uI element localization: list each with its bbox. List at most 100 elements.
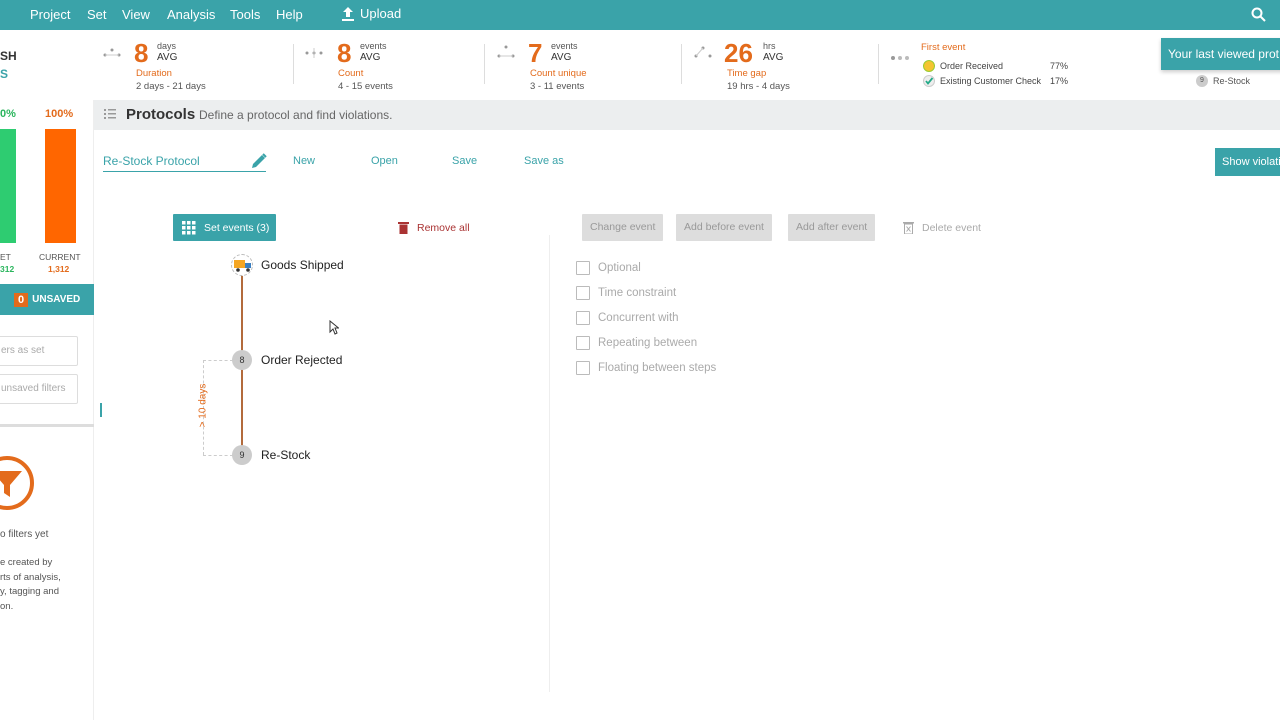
checkbox[interactable] xyxy=(576,361,590,375)
trash-icon xyxy=(398,222,409,234)
duration-label: Duration xyxy=(136,68,172,79)
time-gap-range: 19 hrs - 4 days xyxy=(727,81,790,92)
set-events-label: Set events (3) xyxy=(204,221,270,234)
unsaved-filters-input[interactable]: unsaved filters xyxy=(0,374,78,404)
open-protocol-button[interactable]: Open xyxy=(371,155,398,167)
menu-view[interactable]: View xyxy=(122,7,150,22)
dataset-subtitle: S xyxy=(0,67,9,81)
new-protocol-button[interactable]: New xyxy=(293,155,315,167)
set-events-button[interactable]: Set events (3) xyxy=(173,214,276,241)
stats-divider xyxy=(681,44,682,84)
show-violations-button[interactable]: Show violati xyxy=(1215,148,1280,176)
set-percent: 0% xyxy=(0,108,16,120)
upload-button[interactable]: Upload xyxy=(342,6,401,21)
current-percent: 100% xyxy=(45,108,74,120)
last-viewed-item[interactable]: 9 Re-Stock xyxy=(1196,75,1250,87)
last-viewed-toast[interactable]: Your last viewed prot xyxy=(1161,38,1280,70)
count-unique-unit: events xyxy=(551,41,578,51)
page-subtitle: Define a protocol and find violations. xyxy=(199,108,393,122)
checkbox[interactable] xyxy=(576,286,590,300)
delete-event-label: Delete event xyxy=(922,221,981,234)
duration-value: 8 xyxy=(134,38,149,68)
remove-all-label: Remove all xyxy=(417,221,470,234)
check-icon xyxy=(923,75,935,87)
event-node-goods-shipped[interactable] xyxy=(231,254,253,276)
option-concurrent-with[interactable]: Concurrent with xyxy=(576,311,679,325)
event-node-re-stock[interactable]: 9 xyxy=(232,445,252,465)
time-gap-value: 26 xyxy=(724,38,753,68)
count-unit: events xyxy=(360,41,387,51)
add-after-event-button[interactable]: Add after event xyxy=(788,214,876,241)
desc-line: on. xyxy=(0,600,14,612)
option-optional[interactable]: Optional xyxy=(576,261,641,275)
count-avg: AVG xyxy=(360,52,381,63)
order-received-icon xyxy=(923,60,935,72)
upload-icon xyxy=(342,6,354,21)
add-before-event-button[interactable]: Add before event xyxy=(676,214,772,241)
dataset-title: SH xyxy=(0,49,17,63)
option-label: Concurrent with xyxy=(598,312,679,324)
save-protocol-button[interactable]: Save xyxy=(452,155,477,167)
save-as-protocol-button[interactable]: Save as xyxy=(524,155,564,167)
menu-help[interactable]: Help xyxy=(276,7,303,22)
count-unique-range: 3 - 11 events xyxy=(530,81,585,92)
checkbox[interactable] xyxy=(576,311,590,325)
current-bar xyxy=(45,129,76,243)
duration-avg: AVG xyxy=(157,52,178,63)
event-label[interactable]: Re-Stock xyxy=(261,448,310,462)
checkbox[interactable] xyxy=(576,261,590,275)
upload-label: Upload xyxy=(360,6,402,21)
count-unique-label: Count unique xyxy=(530,68,587,79)
text-cursor xyxy=(100,403,102,417)
count-value: 8 xyxy=(337,38,352,68)
list-icon xyxy=(104,109,116,119)
first-event-title: First event xyxy=(921,42,966,53)
event-label[interactable]: Order Rejected xyxy=(261,353,342,367)
filters-as-set-input[interactable]: ers as set xyxy=(0,336,78,366)
filter-funnel-icon xyxy=(0,456,34,510)
column-divider xyxy=(549,235,550,692)
gap-bracket-top xyxy=(203,360,233,361)
menu-project[interactable]: Project xyxy=(30,7,70,22)
option-time-constraint[interactable]: Time constraint xyxy=(576,286,676,300)
time-gap-label: Time gap xyxy=(727,68,767,79)
menu-analysis[interactable]: Analysis xyxy=(167,7,215,22)
change-event-button[interactable]: Change event xyxy=(582,214,664,241)
count-label: Count xyxy=(338,68,364,79)
event-label[interactable]: Goods Shipped xyxy=(261,258,344,272)
option-repeating-between[interactable]: Repeating between xyxy=(576,336,697,350)
pencil-icon[interactable] xyxy=(250,152,268,170)
option-label: Optional xyxy=(598,262,641,274)
page-title: Protocols xyxy=(126,106,196,123)
first-event-row: Order Received xyxy=(923,60,1003,72)
time-gap-icon xyxy=(694,46,712,58)
desc-line: y, tagging and xyxy=(0,586,59,597)
first-event-row: Existing Customer Check xyxy=(923,75,1041,87)
remove-all-button[interactable]: Remove all xyxy=(398,221,470,234)
delete-event-button[interactable]: Delete event xyxy=(903,221,981,234)
protocol-name-input[interactable]: Re-Stock Protocol xyxy=(103,154,266,172)
unsaved-filters-button[interactable]: 0 UNSAVED xyxy=(0,284,94,315)
menu-tools[interactable]: Tools xyxy=(230,7,260,22)
desc-line: rts of analysis, xyxy=(0,571,61,583)
event-node-order-rejected[interactable]: 8 xyxy=(232,350,252,370)
last-item-badge: 9 xyxy=(1196,75,1208,87)
truck-icon xyxy=(234,260,251,272)
gap-bracket-bottom xyxy=(203,455,233,456)
time-gap-label[interactable]: > 10 days xyxy=(197,384,208,428)
checkbox[interactable] xyxy=(576,336,590,350)
menu-set[interactable]: Set xyxy=(87,7,107,22)
last-item-label: Re-Stock xyxy=(1213,76,1251,86)
duration-icon xyxy=(103,48,121,57)
time-gap-avg: AVG xyxy=(763,52,784,63)
option-floating-between-steps[interactable]: Floating between steps xyxy=(576,361,716,375)
duration-range: 2 days - 21 days xyxy=(136,81,206,92)
stats-divider xyxy=(484,44,485,84)
left-filter-panel: SH S 0% 100% ET 312 CURRENT 1,312 0 UNSA… xyxy=(0,49,94,720)
no-filters-text: o filters yet xyxy=(0,529,49,540)
first-event-name: Order Received xyxy=(940,61,1004,71)
current-label: CURRENT xyxy=(39,252,81,262)
search-icon[interactable] xyxy=(1251,7,1266,22)
count-range: 4 - 15 events xyxy=(338,81,393,92)
stats-divider xyxy=(878,44,879,84)
